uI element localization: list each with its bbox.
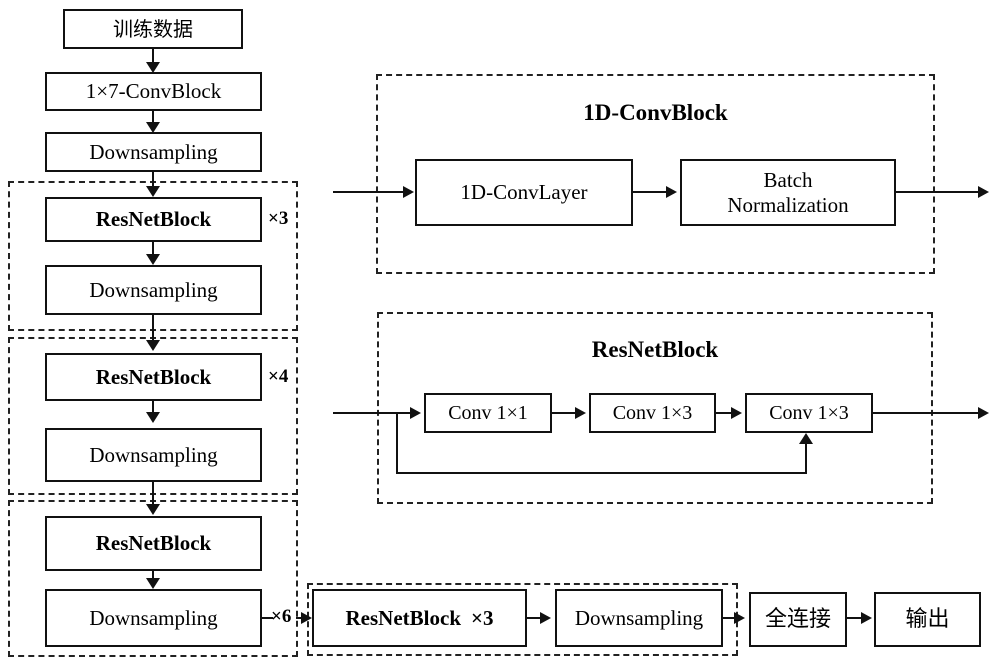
arrow-right-icon xyxy=(540,612,551,624)
node-resnetblock-stage1: ResNetBlock xyxy=(45,197,262,242)
arrow-right-icon xyxy=(978,186,989,198)
node-resnetblock-final: ResNetBlock ×3 xyxy=(312,589,527,647)
arrow-down-icon xyxy=(146,412,160,423)
arrow-down-icon xyxy=(146,578,160,589)
arrow-up-icon xyxy=(799,433,813,444)
connector-line xyxy=(152,315,154,342)
title-conv-block-detail: 1D-ConvBlock xyxy=(583,100,728,125)
node-resnetblock-final-label: ResNetBlock xyxy=(345,605,461,630)
connector-line xyxy=(633,191,669,193)
arrow-right-icon xyxy=(861,612,872,624)
arrow-right-icon xyxy=(666,186,677,198)
node-downsampling-stage1: Downsampling xyxy=(45,265,262,315)
node-downsampling-stage2: Downsampling xyxy=(45,428,262,482)
arrow-down-icon xyxy=(146,122,160,133)
connector-line xyxy=(873,412,983,414)
batch-norm-line-1: Batch xyxy=(763,168,813,193)
arrow-right-icon xyxy=(575,407,586,419)
connector-line xyxy=(333,412,418,414)
arrow-right-icon xyxy=(734,612,745,624)
node-conv-1x1: Conv 1×1 xyxy=(424,393,552,433)
label-repeat-stage3: ×6 xyxy=(271,606,292,627)
arrow-down-icon xyxy=(146,254,160,265)
node-conv-block: 1×7-ConvBlock xyxy=(45,72,262,111)
arrow-right-icon xyxy=(731,407,742,419)
arrow-right-icon xyxy=(403,186,414,198)
skip-connection-line xyxy=(805,443,807,474)
label-repeat-stage2: ×4 xyxy=(268,366,289,387)
batch-norm-line-2: Normalization xyxy=(727,192,849,217)
arrow-right-icon xyxy=(301,612,312,624)
node-downsampling-final: Downsampling xyxy=(555,589,723,647)
skip-connection-line xyxy=(396,412,398,474)
node-conv-1x3-a: Conv 1×3 xyxy=(589,393,716,433)
label-repeat-stage1: ×3 xyxy=(268,208,289,229)
label-repeat-final: ×3 xyxy=(471,605,494,630)
node-conv-1x3-b: Conv 1×3 xyxy=(745,393,873,433)
arrow-down-icon xyxy=(146,504,160,515)
connector-line xyxy=(552,412,577,414)
node-resnetblock-stage3: ResNetBlock xyxy=(45,516,262,571)
node-downsampling-stage3: Downsampling xyxy=(45,589,262,647)
diagram-canvas: 训练数据 1×7-ConvBlock Downsampling ResNetBl… xyxy=(0,0,1000,668)
arrow-down-icon xyxy=(146,340,160,351)
node-training-data: 训练数据 xyxy=(63,9,243,49)
node-fully-connected: 全连接 xyxy=(749,592,847,647)
arrow-right-icon xyxy=(410,407,421,419)
arrow-right-icon xyxy=(978,407,989,419)
connector-line xyxy=(333,191,407,193)
connector-line xyxy=(896,191,983,193)
title-resnet-block-detail: ResNetBlock xyxy=(591,337,719,362)
node-output: 输出 xyxy=(874,592,981,647)
skip-connection-line xyxy=(396,472,807,474)
node-downsampling-0: Downsampling xyxy=(45,132,262,172)
node-1d-convlayer: 1D-ConvLayer xyxy=(415,159,633,226)
node-batch-normalization: Batch Normalization xyxy=(680,159,896,226)
arrow-down-icon xyxy=(146,186,160,197)
arrow-down-icon xyxy=(146,62,160,73)
node-resnetblock-stage2: ResNetBlock xyxy=(45,353,262,401)
